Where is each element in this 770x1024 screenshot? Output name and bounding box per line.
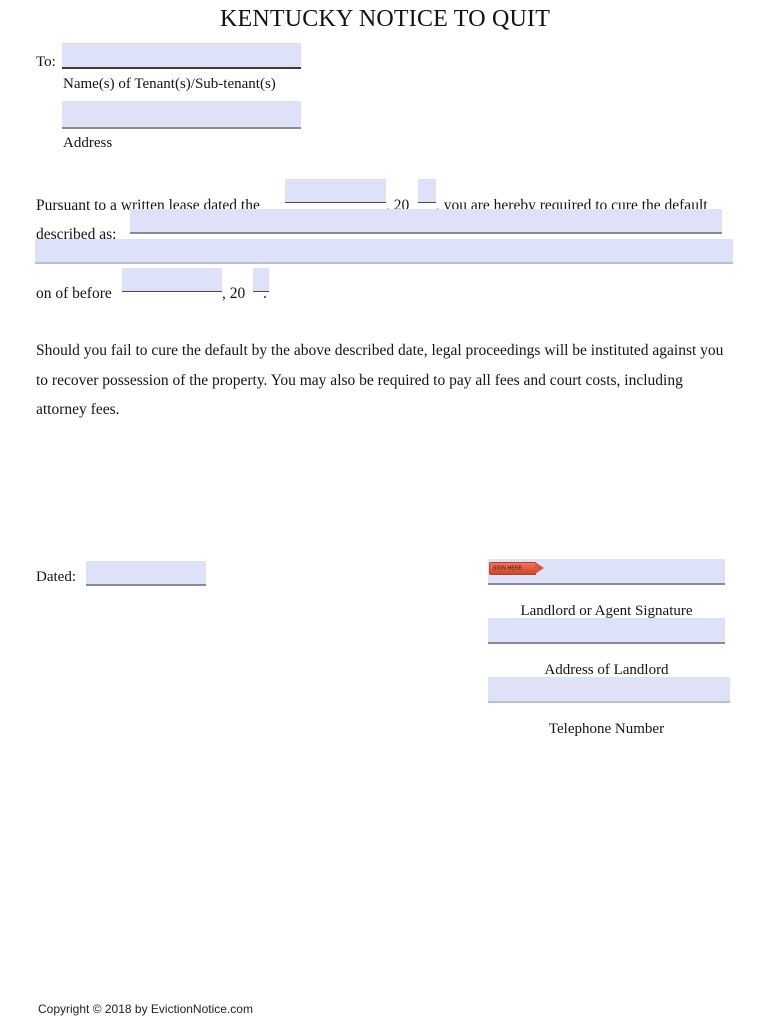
footer-copyright: Copyright © 2018 by EvictionNotice.com — [38, 1002, 253, 1016]
deadline-date-field[interactable] — [122, 268, 222, 292]
document-page: KENTUCKY NOTICE TO QUIT To: Name(s) of T… — [0, 0, 770, 1024]
landlord-address-field[interactable] — [488, 618, 725, 644]
tenant-address-field[interactable] — [62, 101, 301, 129]
deadline-lead-text: on of before — [36, 285, 112, 302]
to-label: To: — [36, 54, 56, 70]
landlord-telephone-field[interactable] — [488, 677, 730, 703]
sign-here-tag-icon[interactable]: SIGN HERE — [489, 562, 544, 575]
described-as-line1-field[interactable] — [130, 209, 722, 234]
landlord-telephone-caption: Telephone Number — [548, 721, 665, 737]
deadline-period: . — [263, 285, 267, 302]
sign-here-tag-label: SIGN HERE — [493, 565, 523, 572]
lease-date-field[interactable] — [285, 179, 386, 203]
dated-label: Dated: — [36, 569, 76, 585]
tenant-address-caption: Address — [63, 135, 113, 151]
warning-paragraph: Should you fail to cure the default by t… — [36, 342, 724, 418]
tenant-name-field[interactable] — [62, 43, 301, 69]
described-as-line2-field[interactable] — [35, 239, 733, 264]
dated-field[interactable] — [86, 561, 206, 586]
page-title: KENTUCKY NOTICE TO QUIT — [219, 6, 551, 32]
tenant-name-caption: Name(s) of Tenant(s)/Sub-tenant(s) — [63, 76, 276, 92]
deadline-year-prefix: , 20 — [222, 285, 246, 302]
lease-year-field[interactable] — [418, 179, 436, 203]
